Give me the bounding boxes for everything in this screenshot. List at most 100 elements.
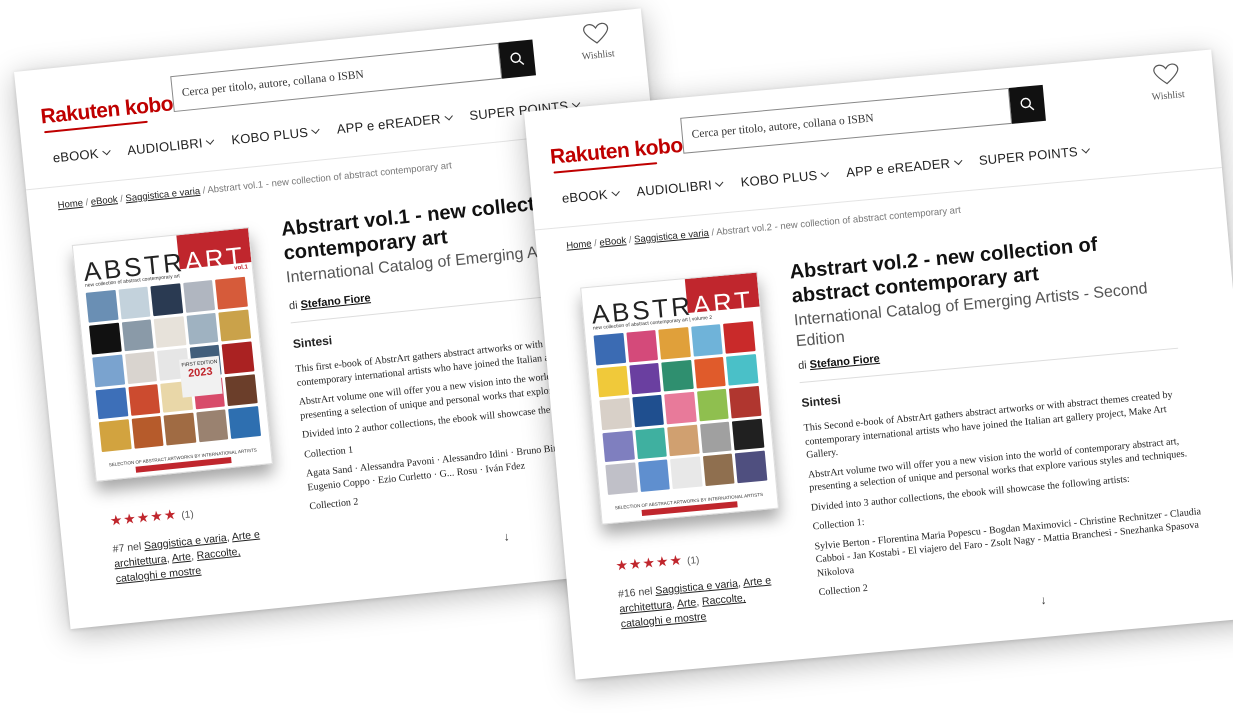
product-page-vol2: Rakuten kobo Cerca per titolo, autore, c…: [524, 49, 1233, 680]
artwork-tile: [729, 386, 762, 419]
down-arrow-icon[interactable]: ↓: [503, 529, 510, 544]
cover-art-grid: [593, 321, 768, 495]
chevron-down-icon: [102, 146, 111, 156]
search-button[interactable]: [1008, 84, 1046, 124]
artwork-tile: [163, 413, 197, 446]
artwork-tile: [124, 351, 158, 384]
rating-count: (1): [180, 509, 195, 522]
rakuten-kobo-logo[interactable]: Rakuten kobo: [549, 134, 683, 170]
cover-edition-badge: FIRST EDITION 2023: [178, 355, 223, 398]
artwork-tile: [127, 383, 161, 417]
artwork-tile: [88, 322, 122, 355]
rating[interactable]: ★★★★★ (1): [615, 550, 700, 575]
rank-category[interactable]: Arte: [171, 551, 191, 565]
artwork-tile: [626, 329, 659, 363]
breadcrumb-sep: /: [119, 193, 124, 205]
nav-label: APP e eREADER: [336, 111, 442, 137]
book-cover[interactable]: ABSTRART vol.1 new collection of abstrac…: [71, 227, 273, 482]
artwork-tile: [605, 462, 638, 495]
artwork-tile: [218, 309, 252, 342]
artwork-tile: [221, 341, 255, 375]
nav-kobo-plus[interactable]: KOBO PLUS: [740, 167, 830, 190]
breadcrumb-ebook[interactable]: eBook: [599, 235, 627, 248]
rating-stars: ★★★★★: [614, 551, 684, 574]
artwork-tile: [664, 391, 697, 425]
artwork-tile: [599, 397, 632, 431]
artwork-tile: [667, 424, 700, 457]
artwork-tile: [693, 356, 727, 389]
artwork-tile: [661, 359, 694, 392]
artwork-tile: [228, 406, 262, 439]
artwork-tile: [732, 418, 765, 451]
wishlist-button[interactable]: Wishlist: [1140, 61, 1193, 103]
cover-art-grid: [85, 276, 262, 453]
artwork-tile: [658, 327, 691, 360]
artwork-tile: [150, 283, 183, 316]
nav-audiolibri[interactable]: AUDIOLIBRI: [636, 176, 724, 199]
down-arrow-icon[interactable]: ↓: [1040, 593, 1047, 607]
book-cover[interactable]: ABSTRART new collection of abstract cont…: [580, 271, 779, 525]
nav-audiolibri[interactable]: AUDIOLIBRI: [127, 134, 215, 158]
nav-label: eBOOK: [52, 145, 100, 166]
author-prefix: di: [288, 299, 299, 313]
nav-kobo-plus[interactable]: KOBO PLUS: [230, 124, 321, 148]
heart-icon: [583, 22, 609, 44]
artwork-tile: [196, 409, 229, 443]
search-placeholder: Cerca per titolo, autore, collana o ISBN: [181, 68, 365, 100]
chevron-down-icon: [715, 178, 724, 187]
rank-prefix: #7 nel: [112, 540, 142, 556]
breadcrumb-sep: /: [710, 227, 715, 239]
search-placeholder: Cerca per titolo, autore, collana o ISBN: [691, 112, 875, 141]
artwork-tile: [596, 365, 629, 398]
nav-label: SUPER POINTS: [978, 144, 1079, 168]
artwork-tile: [182, 280, 216, 313]
breadcrumb-category[interactable]: Saggistica e varia: [634, 228, 710, 246]
artwork-tile: [735, 450, 768, 484]
nav-label: eBOOK: [561, 186, 609, 206]
search-icon: [1020, 97, 1035, 111]
breadcrumb-ebook[interactable]: eBook: [90, 194, 118, 208]
wishlist-button[interactable]: Wishlist: [570, 21, 624, 64]
search-input[interactable]: Cerca per titolo, autore, collana o ISBN: [680, 87, 1013, 154]
artwork-tile: [634, 427, 668, 460]
rank-category[interactable]: Arte: [676, 596, 696, 610]
artwork-tile: [593, 332, 626, 366]
breadcrumb-home[interactable]: Home: [57, 198, 83, 212]
artwork-tile: [602, 430, 635, 463]
breadcrumb-home[interactable]: Home: [566, 238, 592, 251]
search-icon: [510, 52, 525, 65]
nav-app-ereader[interactable]: APP e eREADER: [336, 110, 453, 137]
artwork-tile: [690, 324, 724, 357]
nav-ebook[interactable]: eBOOK: [561, 186, 620, 206]
artwork-tile: [92, 354, 125, 388]
chevron-down-icon: [311, 125, 321, 135]
chevron-down-icon: [1081, 145, 1090, 154]
nav-super-points[interactable]: SUPER POINTS: [978, 143, 1090, 168]
artwork-tile: [726, 353, 759, 386]
chevron-down-icon: [206, 136, 215, 145]
breadcrumb-sep: /: [628, 234, 633, 246]
artwork-tile: [699, 421, 732, 454]
artwork-tile: [215, 276, 248, 310]
artwork-tile: [723, 321, 756, 354]
author-link[interactable]: Stefano Fiore: [809, 353, 880, 371]
synopsis-heading: Sintesi: [292, 333, 333, 352]
author-link[interactable]: Stefano Fiore: [300, 292, 371, 311]
nav-ebook[interactable]: eBOOK: [52, 145, 111, 166]
artwork-tile: [121, 319, 154, 352]
nav-app-ereader[interactable]: APP e eREADER: [846, 155, 963, 180]
search-input[interactable]: Cerca per titolo, autore, collana o ISBN: [170, 42, 503, 113]
artwork-tile: [98, 419, 132, 453]
breadcrumb-category[interactable]: Saggistica e varia: [125, 186, 201, 205]
chevron-down-icon: [953, 156, 963, 166]
chevron-down-icon: [444, 112, 453, 121]
rating[interactable]: ★★★★★ (1): [109, 504, 194, 529]
artwork-tile: [628, 362, 662, 395]
artwork-tile: [670, 456, 703, 490]
nav-label: KOBO PLUS: [230, 124, 309, 148]
search-button[interactable]: [498, 39, 537, 79]
artwork-tile: [131, 416, 164, 449]
nav-label: KOBO PLUS: [740, 167, 819, 190]
synopsis-text: This Second e-book of AbstrArt gathers a…: [803, 387, 1208, 606]
heart-icon: [1153, 63, 1179, 85]
